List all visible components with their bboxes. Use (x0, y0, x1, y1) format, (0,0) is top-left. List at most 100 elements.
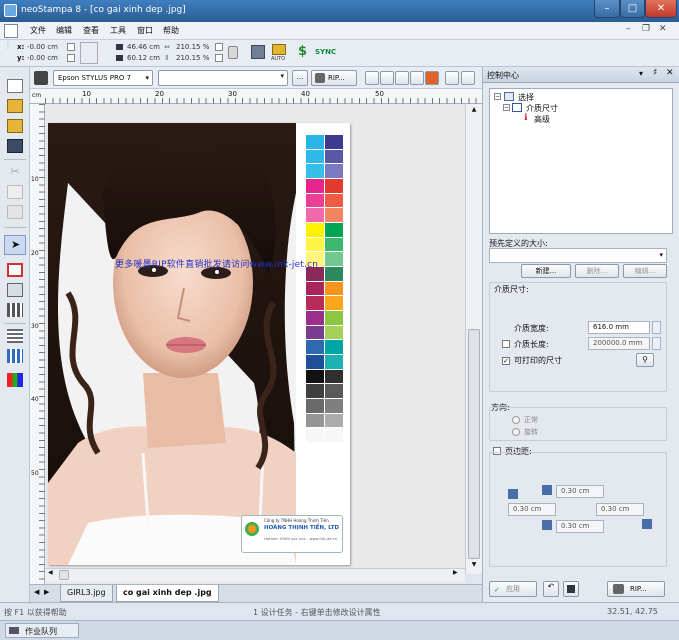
y-position-field[interactable]: -0.00 cm (27, 54, 58, 62)
media-length-checkbox[interactable] (502, 340, 510, 348)
menu-tools[interactable]: 工具 (110, 25, 126, 36)
tree-item-media-size[interactable]: 介质尺寸 (526, 103, 558, 114)
media-width-spinner[interactable] (652, 321, 661, 334)
image-tool-icon[interactable] (7, 283, 23, 297)
tree-item-advanced[interactable]: 高级 (534, 114, 550, 125)
tree-view[interactable]: − 选择 − 介质尺寸 ℹ 高级 (489, 88, 673, 234)
zoom-page-icon[interactable] (410, 71, 424, 85)
margin-left-field[interactable]: 0.30 cm (508, 503, 556, 516)
new-button[interactable]: 新建... (521, 264, 571, 278)
color-picker-icon[interactable] (425, 71, 439, 85)
job-queue-tab[interactable]: 作业队列 (5, 623, 79, 638)
edit-button[interactable]: 编辑... (623, 264, 667, 278)
x-position-field[interactable]: -0.00 cm (27, 43, 58, 51)
horizontal-scroll-thumb[interactable] (59, 570, 69, 580)
media-width-field[interactable]: 616.0 mm (588, 321, 650, 334)
panel-rip-button[interactable]: RIP... (607, 581, 665, 597)
predefined-size-select[interactable]: ▾ (489, 248, 667, 263)
queue-select[interactable]: ▾ (158, 70, 288, 86)
direction-rotate-radio[interactable] (512, 428, 520, 436)
doc-close-icon[interactable]: ✕ (659, 24, 667, 34)
menu-view[interactable]: 查看 (83, 25, 99, 36)
text-cursor-icon[interactable] (445, 71, 459, 85)
height-field[interactable]: 60.12 cm (127, 54, 160, 62)
auto-folder-icon[interactable] (272, 44, 286, 55)
position-spinner[interactable] (80, 42, 98, 64)
step-repeat-icon[interactable] (7, 349, 23, 363)
horizontal-scrollbar[interactable]: ◀ ▶ (45, 568, 465, 581)
scale-h-field[interactable]: 210.15 % (176, 54, 209, 62)
menu-file[interactable]: 文件 (30, 25, 46, 36)
close-button[interactable]: ✕ (645, 0, 677, 18)
maximize-button[interactable]: □ (620, 0, 645, 18)
scale-link-icon[interactable] (215, 43, 223, 51)
pin-icon[interactable]: ♯ (653, 68, 657, 78)
width-field[interactable]: 46.46 cm (127, 43, 160, 51)
sync-button[interactable]: SYNC (315, 48, 336, 56)
anchor-icon-2[interactable] (67, 54, 75, 62)
printer-select[interactable]: Epson STYLUS PRO 7 ▾ (53, 70, 153, 86)
photo-image[interactable] (48, 123, 296, 565)
open-folder-icon[interactable] (7, 99, 23, 113)
tab-girl3[interactable]: GIRL3.jpg (60, 585, 113, 602)
margin-right-field[interactable]: 0.30 cm (596, 503, 644, 516)
scroll-up-icon[interactable]: ▲ (468, 106, 480, 116)
doc-minimize-icon[interactable]: – (626, 24, 631, 34)
binoculars-icon[interactable]: ⚲ (636, 353, 654, 367)
doc-restore-icon[interactable]: ❐ (642, 24, 650, 34)
scroll-down-icon[interactable]: ▼ (468, 561, 480, 571)
margin-top-field[interactable]: 0.30 cm (556, 485, 604, 498)
chevron-down-icon[interactable]: ▾ (639, 69, 643, 78)
scale-link-icon-2[interactable] (215, 54, 223, 62)
menu-window[interactable]: 窗口 (137, 25, 153, 36)
tree-collapse-icon[interactable]: − (503, 104, 510, 111)
menu-help[interactable]: 帮助 (163, 25, 179, 36)
grid-tool-icon[interactable] (7, 303, 23, 317)
fit-icon[interactable] (461, 71, 475, 85)
rip-button[interactable]: RIP... (311, 70, 357, 86)
crop-tool-icon[interactable] (7, 263, 23, 277)
zoom-fit-icon[interactable] (395, 71, 409, 85)
margin-bottom-field[interactable]: 0.30 cm (556, 520, 604, 533)
save-settings-icon[interactable] (563, 581, 579, 597)
document-icon[interactable] (4, 24, 18, 38)
delete-button[interactable]: 删除... (575, 264, 619, 278)
zoom-in-icon[interactable] (365, 71, 379, 85)
lock-icon[interactable] (228, 46, 238, 59)
copy-icon[interactable] (7, 185, 23, 199)
scroll-right-icon[interactable]: ▶ (453, 569, 458, 576)
direction-normal-radio[interactable] (512, 416, 520, 424)
scale-w-field[interactable]: 210.15 % (176, 43, 209, 51)
undo-icon[interactable]: ↶ (543, 581, 559, 597)
tab-prev-icon[interactable]: ◀ (34, 588, 39, 596)
panel-close-icon[interactable]: ✕ (666, 68, 674, 78)
tree-item-select[interactable]: 选择 (518, 92, 534, 103)
arrange-icon[interactable] (251, 45, 265, 59)
open-recent-icon[interactable] (7, 119, 23, 133)
cut-icon[interactable]: ✂ (7, 165, 23, 179)
vertical-scroll-thumb[interactable] (468, 329, 480, 559)
more-button[interactable]: ... (292, 70, 308, 86)
layout-tool-icon[interactable] (7, 329, 23, 343)
vertical-scrollbar[interactable]: ▲ ▼ (465, 104, 482, 574)
media-length-spinner[interactable] (652, 337, 661, 350)
dollar-icon[interactable]: $ (298, 44, 307, 59)
margin-left-icon (508, 489, 518, 499)
zoom-out-icon[interactable] (380, 71, 394, 85)
scroll-left-icon[interactable]: ◀ (48, 569, 53, 576)
select-tool-button[interactable]: ➤ (4, 235, 26, 255)
minimize-button[interactable]: – (594, 0, 620, 18)
canvas[interactable]: 更多喛墨RIP软件直销批发请访问www.ink-jet.cn Công ty T… (45, 104, 465, 584)
apply-button[interactable]: ✓ 应用 (489, 581, 537, 597)
media-length-field[interactable]: 200000.0 mm (588, 337, 650, 350)
save-icon[interactable] (7, 139, 23, 153)
printable-size-checkbox[interactable]: ✓ (502, 357, 510, 365)
color-tool-icon[interactable] (7, 373, 23, 387)
menu-edit[interactable]: 编辑 (56, 25, 72, 36)
anchor-icon[interactable] (67, 43, 75, 51)
paste-icon[interactable] (7, 205, 23, 219)
tree-collapse-icon[interactable]: − (494, 93, 501, 100)
new-file-icon[interactable] (7, 79, 23, 93)
tab-co-gai-xinh-dep[interactable]: co gai xinh dep .jpg (116, 585, 219, 602)
tab-next-icon[interactable]: ▶ (44, 588, 49, 596)
